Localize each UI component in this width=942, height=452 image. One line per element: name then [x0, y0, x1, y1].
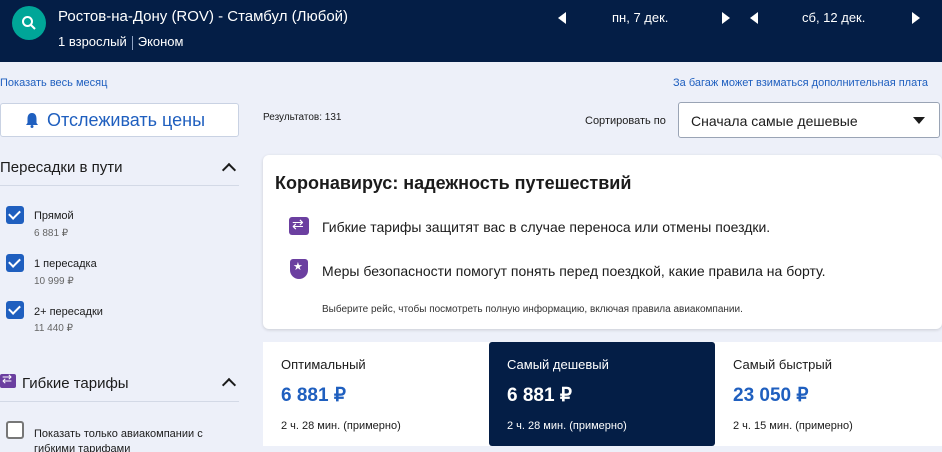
- tab-cheapest[interactable]: Самый дешевый 6 881 ₽ 2 ч. 28 мин. (прим…: [489, 342, 715, 446]
- return-next-day-icon[interactable]: [910, 12, 920, 24]
- stops-one-price: 10 999 ₽: [34, 276, 74, 287]
- divider: [0, 185, 239, 186]
- caret-down-icon: [913, 117, 925, 124]
- flex-only-label: Показать только авиакомпании с гибкими т…: [34, 428, 203, 452]
- sort-selected-value: Сначала самые дешевые: [691, 113, 858, 129]
- chevron-up-icon[interactable]: [221, 377, 237, 393]
- depart-next-day-icon[interactable]: [720, 12, 730, 24]
- stops-two-plus-price: 11 440 ₽: [34, 323, 73, 334]
- show-month-link[interactable]: Показать весь месяц: [0, 77, 107, 89]
- depart-prev-day-icon[interactable]: [558, 12, 568, 24]
- return-date[interactable]: сб, 12 дек.: [802, 10, 865, 25]
- sort-label: Сортировать по: [585, 115, 666, 127]
- stops-two-plus-label: 2+ пересадки: [34, 306, 103, 318]
- divider: [131, 35, 133, 50]
- stops-filter-title[interactable]: Пересадки в пути: [0, 159, 123, 176]
- tab-best-name: Оптимальный: [281, 357, 366, 372]
- covid-card-note: Выберите рейс, чтобы посмотреть полную и…: [322, 304, 743, 315]
- shield-icon: [290, 259, 308, 279]
- bell-icon: [26, 113, 38, 128]
- track-prices-button[interactable]: Отслеживать цены: [0, 103, 239, 137]
- track-prices-label: Отслеживать цены: [47, 110, 206, 130]
- cabin-label: Эконом: [137, 34, 184, 49]
- tab-fastest-price: 23 050 ₽: [733, 385, 809, 406]
- covid-card-title: Коронавирус: надежность путешествий: [275, 173, 632, 193]
- tab-fastest-name: Самый быстрый: [733, 357, 832, 372]
- search-summary-bar: Ростов-на-Дону (ROV) - Стамбул (Любой) 1…: [0, 0, 942, 62]
- stops-one-label: 1 пересадка: [34, 258, 97, 270]
- tab-fastest-duration: 2 ч. 15 мин. (примерно): [733, 420, 853, 432]
- stops-one-checkbox[interactable]: [6, 254, 24, 272]
- covid-flex-text: Гибкие тарифы защитят вас в случае перен…: [322, 219, 771, 235]
- tab-fastest[interactable]: Самый быстрый 23 050 ₽ 2 ч. 15 мин. (при…: [715, 342, 942, 446]
- baggage-fee-link[interactable]: За багаж может взиматься дополнительная …: [673, 77, 928, 89]
- tab-best-duration: 2 ч. 28 мин. (примерно): [281, 420, 401, 432]
- divider: [0, 401, 239, 402]
- stops-direct-label: Прямой: [34, 210, 74, 222]
- flex-only-checkbox[interactable]: [6, 421, 24, 439]
- tab-best-price: 6 881 ₽: [281, 385, 346, 406]
- tab-best[interactable]: Оптимальный 6 881 ₽ 2 ч. 28 мин. (пример…: [263, 342, 488, 446]
- return-prev-day-icon[interactable]: [750, 12, 760, 24]
- sort-dropdown[interactable]: Сначала самые дешевые: [678, 102, 940, 138]
- covid-safety-text: Меры безопасности помогут понять перед п…: [322, 263, 826, 279]
- search-icon: [22, 16, 36, 30]
- stops-direct-checkbox[interactable]: [6, 206, 24, 224]
- search-button[interactable]: [12, 6, 46, 40]
- tab-cheapest-name: Самый дешевый: [507, 357, 609, 372]
- passengers-label: 1 взрослый: [58, 34, 127, 49]
- stops-direct-price: 6 881 ₽: [34, 228, 69, 239]
- tab-cheapest-price: 6 881 ₽: [507, 385, 572, 406]
- route-title[interactable]: Ростов-на-Дону (ROV) - Стамбул (Любой): [58, 8, 348, 25]
- covid-info-card: Коронавирус: надежность путешествий Гибк…: [263, 155, 942, 329]
- travelers-summary[interactable]: 1 взрослый Эконом: [58, 34, 183, 50]
- depart-date[interactable]: пн, 7 дек.: [612, 10, 668, 25]
- stops-two-plus-checkbox[interactable]: [6, 301, 24, 319]
- results-count: Результатов: 131: [263, 112, 342, 123]
- sort-tabs: Оптимальный 6 881 ₽ 2 ч. 28 мин. (пример…: [263, 342, 942, 446]
- flexible-fare-icon: [289, 216, 309, 235]
- tab-cheapest-duration: 2 ч. 28 мин. (примерно): [507, 420, 627, 432]
- chevron-up-icon[interactable]: [221, 162, 237, 178]
- flexible-fare-icon: [0, 372, 16, 388]
- flex-filter-title[interactable]: Гибкие тарифы: [22, 375, 129, 392]
